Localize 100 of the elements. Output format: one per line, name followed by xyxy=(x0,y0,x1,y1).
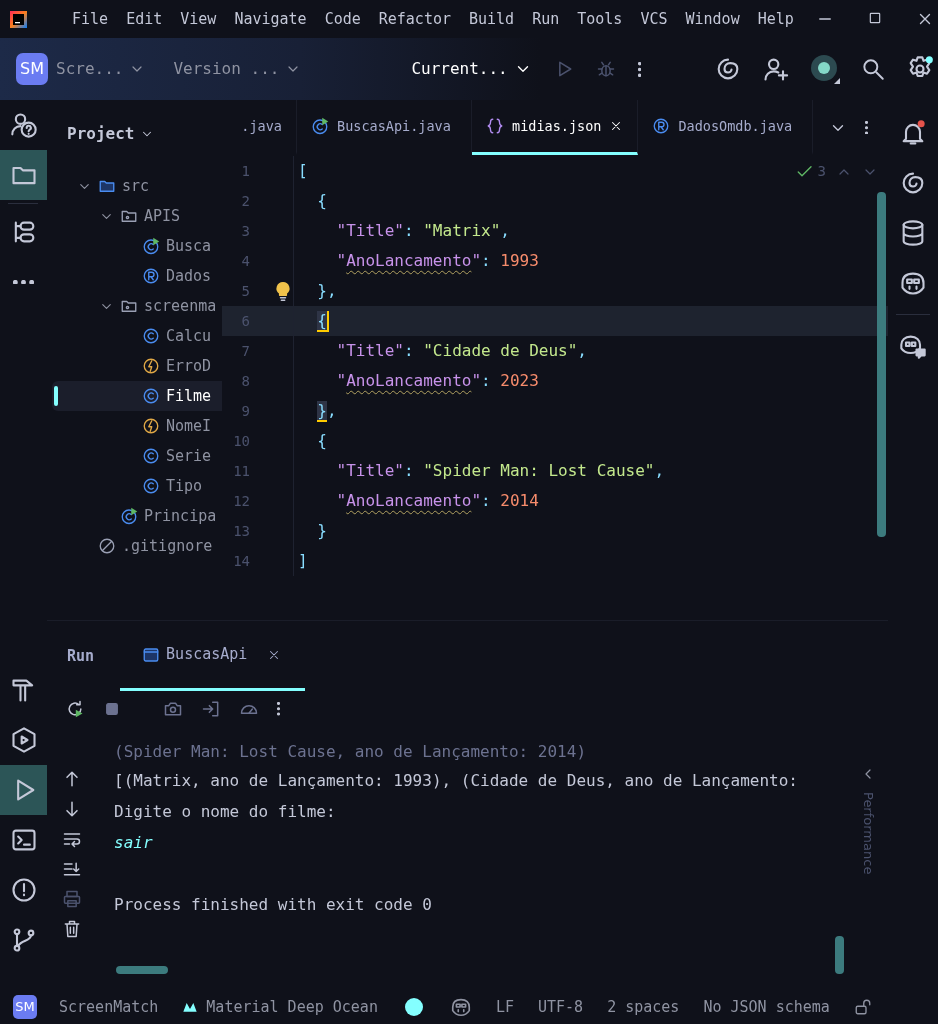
code-line: }, xyxy=(316,400,337,423)
more-icon[interactable] xyxy=(637,61,642,77)
menu-item[interactable]: Navigate xyxy=(228,7,313,31)
class-run-icon xyxy=(311,117,329,135)
menu-item[interactable]: File xyxy=(66,7,115,31)
rerun-icon[interactable] xyxy=(65,699,85,719)
console-line: Digite o nome do filme: xyxy=(114,801,336,823)
braces-icon xyxy=(486,117,504,135)
scrollbar-thumb[interactable] xyxy=(877,192,886,537)
help-icon xyxy=(9,111,38,139)
menu-item[interactable]: Code xyxy=(318,7,367,31)
console-line: [(Matrix, ano de Lançamento: 1993), (Cidade de Deus, ano de Lançamento: xyxy=(114,770,798,792)
print-icon[interactable] xyxy=(62,889,82,909)
menu-item[interactable]: Refactor xyxy=(372,7,457,31)
code-line: ] xyxy=(298,550,308,572)
line-number: 8 xyxy=(240,371,250,391)
lock-icon[interactable] xyxy=(853,998,872,1016)
console-line: Process finished with exit code 0 xyxy=(114,894,432,916)
tree-item[interactable]: screenma xyxy=(52,291,222,321)
attach-icon[interactable] xyxy=(201,699,221,719)
tool-window-button[interactable] xyxy=(0,765,47,815)
project-avatar[interactable]: SM xyxy=(16,53,48,85)
project-name[interactable]: ScreenMatch xyxy=(59,995,159,1019)
trash-icon[interactable] xyxy=(62,919,82,939)
code-line: "AnoLancamento": 1993 xyxy=(335,250,539,272)
run-tab[interactable]: BuscasApi xyxy=(120,621,306,691)
console-icon xyxy=(142,645,161,664)
scrollbar-thumb[interactable] xyxy=(835,936,844,974)
debug-icon[interactable] xyxy=(595,59,616,79)
line-number: 6 xyxy=(240,311,250,331)
app-logo xyxy=(9,10,27,28)
indent-setting[interactable]: 2 spaces xyxy=(607,995,680,1019)
line-number: 1 xyxy=(240,161,250,181)
line-number: 5 xyxy=(240,281,250,301)
project-view-dropdown[interactable]: Project xyxy=(67,122,155,146)
class-icon xyxy=(142,387,160,405)
menu-item[interactable]: Build xyxy=(463,7,521,31)
status-avatar-icon[interactable] xyxy=(810,54,840,84)
line-number: 3 xyxy=(240,221,250,241)
line-number: 11 xyxy=(232,461,250,481)
code-line: "Title": "Matrix", xyxy=(335,220,510,242)
menu-item[interactable]: Help xyxy=(751,7,800,31)
class-icon xyxy=(142,477,160,495)
tree-item[interactable]: Principa xyxy=(52,501,222,531)
run-config-dropdown[interactable]: Current... xyxy=(411,57,532,81)
tree-item[interactable]: Calcu xyxy=(52,321,222,351)
encoding[interactable]: UTF-8 xyxy=(538,995,584,1019)
bolt-icon xyxy=(142,417,160,435)
menu-item[interactable]: Edit xyxy=(120,7,169,31)
more-icon[interactable] xyxy=(277,702,280,716)
code-line: { xyxy=(316,190,327,212)
project-avatar[interactable]: SM xyxy=(13,995,37,1019)
code-line: "AnoLancamento": 2014 xyxy=(335,490,539,512)
json-schema[interactable]: No JSON schema xyxy=(703,995,830,1019)
tree-item[interactable]: src xyxy=(52,171,222,201)
console-line: sair xyxy=(114,832,153,854)
code-line: }, xyxy=(316,280,337,302)
menu-item[interactable]: Window xyxy=(679,7,746,31)
tool-window-button[interactable] xyxy=(0,150,47,200)
menu-item[interactable]: Run xyxy=(526,7,566,31)
line-number: 14 xyxy=(232,551,250,571)
record-icon xyxy=(142,267,160,285)
bolt-icon xyxy=(142,357,160,375)
search-icon[interactable] xyxy=(860,56,886,82)
project-switcher[interactable]: Scre... xyxy=(56,57,146,81)
class-run-icon xyxy=(142,237,160,255)
line-number: 12 xyxy=(232,491,250,511)
tree-item[interactable]: APIS xyxy=(52,201,222,231)
editor-tab[interactable]: midias.json xyxy=(472,100,639,155)
tree-item[interactable]: .gitignore xyxy=(52,531,222,561)
tree-item[interactable]: Busca xyxy=(52,231,222,261)
class-icon xyxy=(142,447,160,465)
line-number: 13 xyxy=(232,521,250,541)
code-line: { xyxy=(316,430,327,452)
editor-tab[interactable]: DadosOmdb.java xyxy=(638,100,814,155)
tree-item[interactable]: Dados xyxy=(52,261,222,291)
menu-item[interactable]: View xyxy=(174,7,223,31)
tree-item[interactable]: NomeI xyxy=(52,411,222,441)
scrollbar-thumb[interactable] xyxy=(116,966,168,974)
tree-item[interactable]: Serie xyxy=(52,441,222,471)
tree-item[interactable]: Tipo xyxy=(52,471,222,501)
robot-icon[interactable] xyxy=(449,996,472,1018)
code-line: [ xyxy=(298,160,308,182)
menu-item[interactable]: Tools xyxy=(571,7,629,31)
hexagon-play-icon xyxy=(9,726,38,754)
stop-icon[interactable] xyxy=(103,700,121,718)
tree-item[interactable]: ErroD xyxy=(52,351,222,381)
vcs-dropdown[interactable]: Version ... xyxy=(173,57,302,81)
line-separator[interactable]: LF xyxy=(495,995,514,1019)
record-icon xyxy=(652,117,671,135)
line-number: 10 xyxy=(232,431,250,451)
bulb-icon[interactable] xyxy=(273,281,293,301)
editor-tab[interactable]: BuscasApi.java xyxy=(297,100,472,155)
more-icon[interactable] xyxy=(865,120,868,135)
tree-item[interactable]: Filme xyxy=(52,381,222,411)
menu-item[interactable]: VCS xyxy=(634,7,674,31)
class-run-icon xyxy=(120,507,138,525)
theme-indicator[interactable]: Material Deep Ocean xyxy=(182,995,378,1019)
camera-icon[interactable] xyxy=(163,699,183,719)
editor-tab[interactable]: .java xyxy=(222,100,297,155)
